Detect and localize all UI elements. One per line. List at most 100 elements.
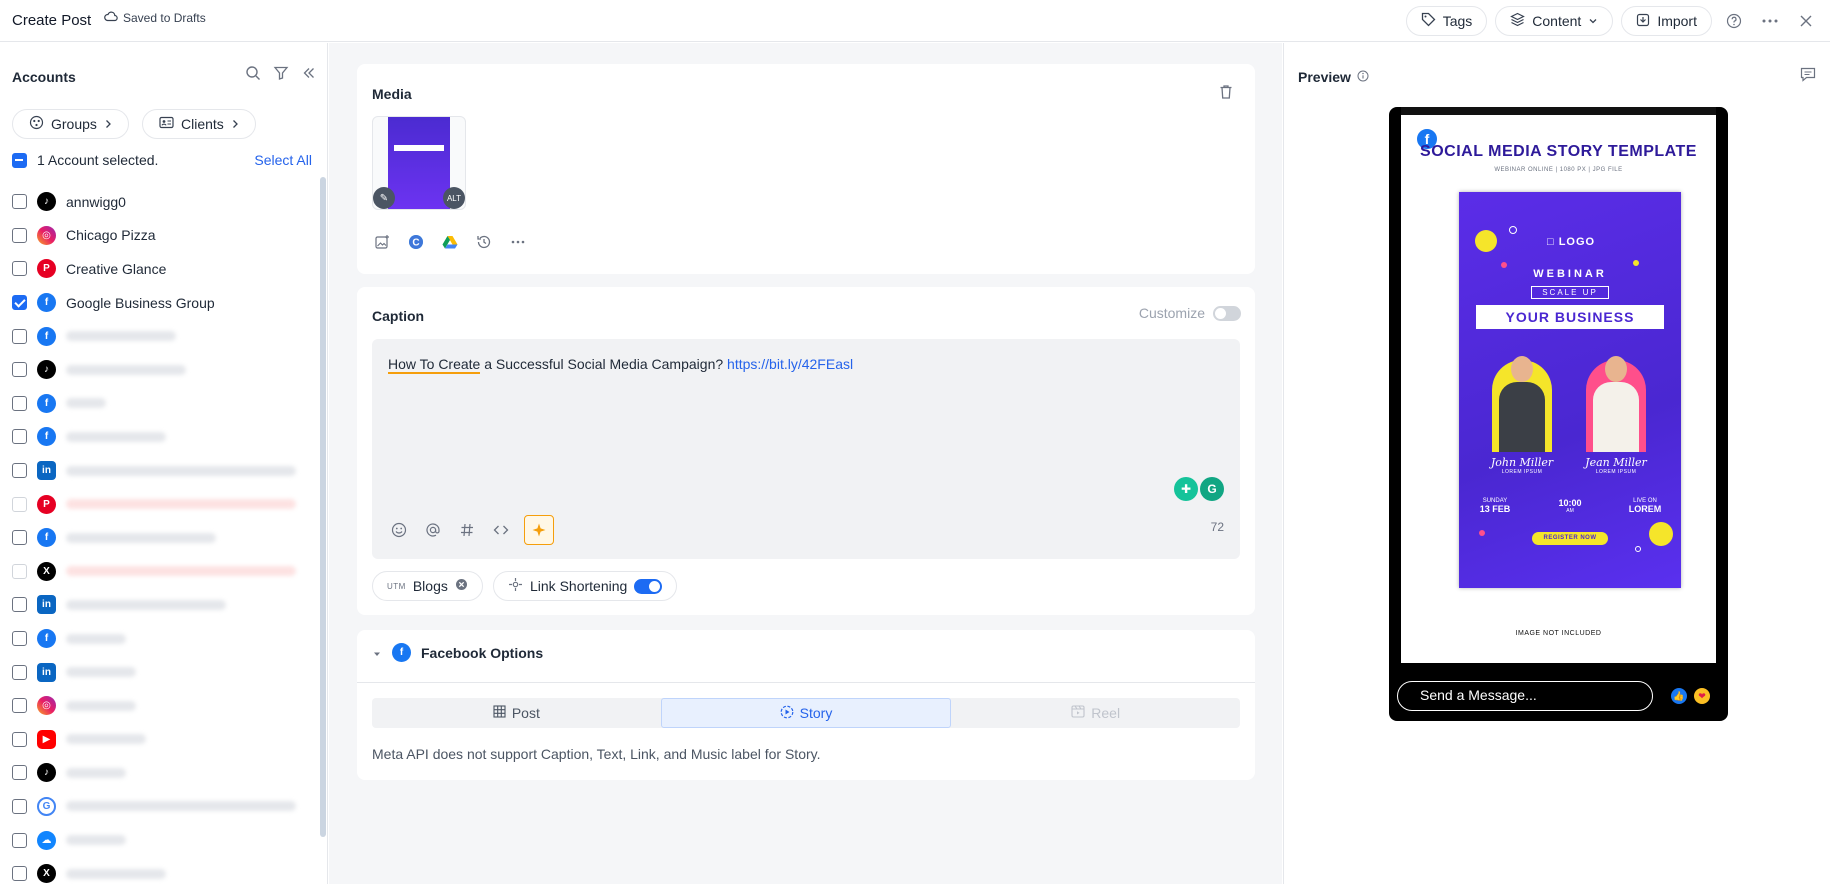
select-all-checkbox[interactable] xyxy=(12,152,27,168)
account-row[interactable]: ▶ xyxy=(12,723,312,757)
account-row[interactable]: in xyxy=(12,588,312,622)
divider xyxy=(357,682,1255,683)
info-icon[interactable] xyxy=(1357,69,1369,85)
account-checkbox[interactable] xyxy=(12,395,27,411)
canva-icon[interactable]: C xyxy=(406,232,426,252)
tags-button[interactable]: Tags xyxy=(1405,6,1488,36)
more-media-icon[interactable] xyxy=(508,232,528,252)
caption-editor[interactable]: How To Create a Successful Social Media … xyxy=(372,339,1240,559)
add-image-icon[interactable] xyxy=(372,232,392,252)
account-checkbox[interactable] xyxy=(12,227,27,243)
account-row[interactable]: in xyxy=(12,655,312,689)
content-button[interactable]: Content xyxy=(1495,6,1614,36)
bulb-icon[interactable]: ✚ xyxy=(1174,477,1198,501)
comment-icon[interactable] xyxy=(1800,67,1816,85)
account-checkbox[interactable] xyxy=(12,362,27,378)
account-row[interactable]: f xyxy=(12,622,312,656)
customize-toggle[interactable] xyxy=(1213,305,1241,321)
like-reaction-icon[interactable]: 👍 xyxy=(1671,688,1687,704)
tag-icon xyxy=(1421,12,1436,30)
account-row[interactable]: f xyxy=(12,521,312,555)
account-row[interactable]: ♪ annwigg0 xyxy=(12,185,312,219)
more-icon[interactable] xyxy=(1756,7,1784,35)
facebook-options-header[interactable]: f Facebook Options xyxy=(372,643,543,662)
account-row[interactable]: in xyxy=(12,454,312,488)
google-drive-icon[interactable] xyxy=(440,232,460,252)
account-checkbox[interactable] xyxy=(12,328,27,344)
alt-text-badge[interactable]: ALT xyxy=(443,187,465,209)
caption-link[interactable]: https://bit.ly/42FEasl xyxy=(727,356,853,372)
sidebar-scrollbar[interactable] xyxy=(320,177,326,837)
grammarly-icon[interactable]: G xyxy=(1200,477,1224,501)
account-checkbox[interactable] xyxy=(12,631,27,647)
account-checkbox[interactable] xyxy=(12,597,27,613)
account-row[interactable]: f xyxy=(12,319,312,353)
account-row[interactable]: P xyxy=(12,487,312,521)
account-row[interactable]: P Creative Glance xyxy=(12,252,312,286)
caption-text[interactable]: How To Create a Successful Social Media … xyxy=(388,356,853,374)
select-all-link[interactable]: Select All xyxy=(254,152,312,168)
redacted-name xyxy=(66,331,176,342)
account-row[interactable]: f Google Business Group xyxy=(12,286,312,320)
webinar-poster: □ LOGO WEBINAR SCALE UP YOUR BUSINESS Jo… xyxy=(1459,192,1681,588)
account-row[interactable]: ☁ xyxy=(12,823,312,857)
media-thumbnail[interactable]: ✎ ALT xyxy=(372,116,466,210)
tab-post-label: Post xyxy=(511,705,540,721)
send-message-input[interactable]: Send a Message... xyxy=(1397,681,1653,711)
account-checkbox[interactable] xyxy=(12,563,27,579)
tab-story[interactable]: Story xyxy=(660,698,952,728)
help-icon[interactable] xyxy=(1720,7,1748,35)
hashtag-icon[interactable] xyxy=(456,519,478,541)
account-row[interactable]: f xyxy=(12,420,312,454)
caret-down-icon[interactable] xyxy=(372,645,382,661)
emoji-icon[interactable] xyxy=(388,519,410,541)
link-shortening-toggle[interactable] xyxy=(634,578,663,594)
trash-icon[interactable] xyxy=(1219,84,1233,103)
account-checkbox[interactable] xyxy=(12,765,27,781)
account-row[interactable]: ♪ xyxy=(12,756,312,790)
love-reaction-icon[interactable]: ❤ xyxy=(1694,688,1710,704)
search-icon[interactable] xyxy=(245,65,261,84)
account-checkbox[interactable] xyxy=(12,698,27,714)
account-row[interactable]: G xyxy=(12,790,312,824)
collapse-sidebar-icon[interactable] xyxy=(301,65,317,84)
utm-chip[interactable]: UTM Blogs xyxy=(372,571,483,601)
account-checkbox[interactable] xyxy=(12,530,27,546)
account-checkbox[interactable] xyxy=(12,463,27,479)
account-checkbox[interactable] xyxy=(12,194,27,210)
linkedin-icon: in xyxy=(37,662,56,682)
edit-pencil-icon[interactable]: ✎ xyxy=(373,187,395,209)
clients-button[interactable]: Clients xyxy=(142,109,256,139)
remove-circle-icon[interactable] xyxy=(455,578,468,594)
account-row[interactable]: ♪ xyxy=(12,353,312,387)
customize-toggle-group[interactable]: Customize xyxy=(1139,305,1241,321)
account-row[interactable]: f xyxy=(12,387,312,421)
account-row[interactable]: ◎ Chicago Pizza xyxy=(12,219,312,253)
account-checkbox[interactable] xyxy=(12,731,27,747)
account-checkbox[interactable] xyxy=(12,295,27,311)
tab-reel[interactable]: Reel xyxy=(951,698,1240,728)
account-checkbox[interactable] xyxy=(12,866,27,882)
account-checkbox[interactable] xyxy=(12,664,27,680)
account-checkbox[interactable] xyxy=(12,798,27,814)
draft-status: Saved to Drafts xyxy=(104,10,206,25)
tab-post[interactable]: Post xyxy=(372,698,661,728)
account-checkbox[interactable] xyxy=(12,261,27,277)
account-checkbox[interactable] xyxy=(12,429,27,445)
import-button[interactable]: Import xyxy=(1621,6,1712,36)
filter-icon[interactable] xyxy=(273,65,289,84)
account-row[interactable]: X xyxy=(12,555,312,589)
link-shortening-chip[interactable]: Link Shortening xyxy=(493,571,678,601)
mention-icon[interactable] xyxy=(422,519,444,541)
code-icon[interactable] xyxy=(490,519,512,541)
groups-button[interactable]: Groups xyxy=(12,109,129,139)
account-checkbox[interactable] xyxy=(12,832,27,848)
layers-icon xyxy=(1510,12,1526,30)
account-row[interactable]: X xyxy=(12,857,312,884)
writing-assistant[interactable]: ✚ G xyxy=(1174,477,1224,501)
account-checkbox[interactable] xyxy=(12,496,27,512)
account-row[interactable]: ◎ xyxy=(12,689,312,723)
close-icon[interactable] xyxy=(1792,7,1820,35)
ai-sparkle-button[interactable] xyxy=(524,515,554,545)
history-icon[interactable] xyxy=(474,232,494,252)
